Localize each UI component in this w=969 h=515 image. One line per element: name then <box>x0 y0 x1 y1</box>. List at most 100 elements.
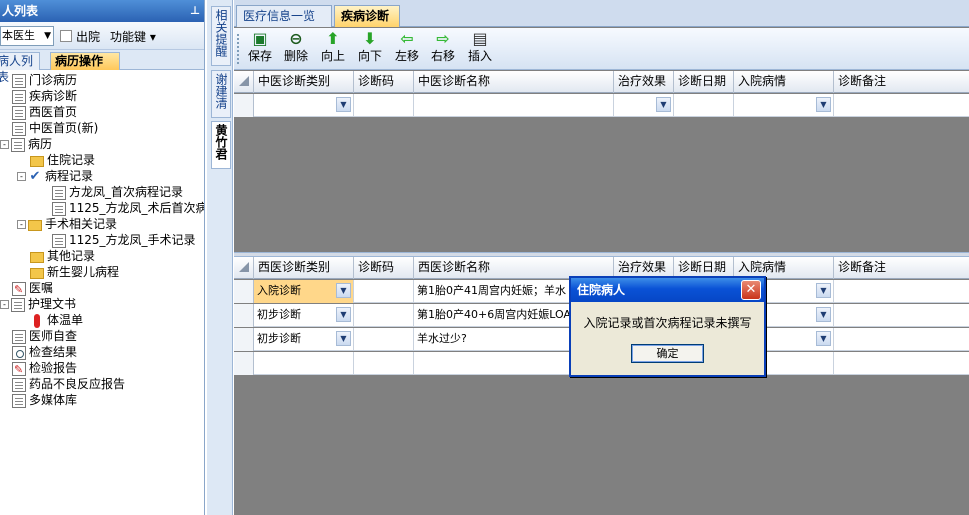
row-selector[interactable] <box>234 304 254 327</box>
save-icon: ▣ <box>252 29 268 48</box>
tree-item-orders[interactable]: 医嘱 <box>12 280 53 298</box>
select-all-corner[interactable] <box>234 257 254 279</box>
tab-medical-info-overview[interactable]: 医疗信息一览表 <box>236 5 332 43</box>
table-row[interactable]: ▼ ▼ ▼ <box>234 94 969 117</box>
pin-icon[interactable]: ⊥ <box>190 0 200 22</box>
move-up-button[interactable]: ⬆ 向上 <box>313 30 353 68</box>
chevron-down-icon[interactable]: ▼ <box>336 283 351 298</box>
col-header[interactable]: 诊断备注 <box>834 257 969 279</box>
tree-item-label: 新生婴儿病程 <box>47 265 120 279</box>
collapse-icon[interactable]: - <box>0 140 9 149</box>
note-cell[interactable] <box>834 280 969 303</box>
function-key-menu[interactable]: 功能键 ▾ <box>110 28 156 45</box>
tab-disease-diagnosis[interactable]: 疾病诊断 <box>334 5 400 27</box>
discharge-checkbox[interactable] <box>60 30 72 42</box>
tree-item-adverse-drug-report[interactable]: 药品不良反应报告 <box>12 376 125 392</box>
document-icon <box>11 137 25 152</box>
row-selector[interactable] <box>234 352 254 375</box>
code-cell[interactable] <box>354 280 414 303</box>
col-header[interactable]: 诊断日期 <box>674 71 734 93</box>
chevron-down-icon[interactable]: ▼ <box>816 331 831 346</box>
tree-item-nursing-docs[interactable]: - 护理文书 <box>0 296 76 312</box>
chevron-down-icon: ▾ <box>149 30 156 44</box>
tree-item-wm-front-page[interactable]: 西医首页 <box>12 104 77 120</box>
col-header[interactable]: 治疗效果 <box>614 71 674 93</box>
code-cell[interactable] <box>354 352 414 375</box>
collapse-icon[interactable]: - <box>17 172 26 181</box>
tree-item-first-progress-note[interactable]: 方龙凤_首次病程记录 <box>52 184 183 200</box>
category-cell[interactable]: 入院诊断 ▼ <box>254 280 354 303</box>
col-header[interactable]: 诊断码 <box>354 257 414 279</box>
note-cell[interactable] <box>834 328 969 351</box>
note-cell[interactable] <box>834 304 969 327</box>
col-header[interactable]: 诊断码 <box>354 71 414 93</box>
date-cell[interactable] <box>674 94 734 117</box>
tree-item-tcm-front-page[interactable]: 中医首页(新) <box>12 120 98 136</box>
tree-item-diagnosis[interactable]: 疾病诊断 <box>12 88 77 104</box>
save-button[interactable]: ▣ 保存 <box>240 30 280 68</box>
tree-item-other-records[interactable]: 其他记录 <box>30 248 95 264</box>
move-left-button[interactable]: ⇦ 左移 <box>387 30 427 68</box>
name-cell[interactable] <box>414 94 614 117</box>
code-cell[interactable] <box>354 94 414 117</box>
note-cell[interactable] <box>834 352 969 375</box>
tree-item-postop-progress-note[interactable]: 1125_方龙凤_术后首次病程 <box>52 200 204 216</box>
move-right-button[interactable]: ⇨ 右移 <box>423 30 463 68</box>
chevron-down-icon[interactable]: ▼ <box>336 97 351 112</box>
dialog-title-bar[interactable]: 住院病人 ✕ <box>571 278 764 302</box>
code-cell[interactable] <box>354 328 414 351</box>
row-selector[interactable] <box>234 280 254 303</box>
note-cell[interactable] <box>834 94 969 117</box>
delete-button[interactable]: ⊖ 删除 <box>276 30 316 68</box>
tree-item-surgery-records[interactable]: - 手术相关记录 <box>17 216 117 232</box>
ok-button[interactable]: 确定 <box>631 344 704 363</box>
category-cell[interactable] <box>254 352 354 375</box>
tree-item-surgery-record[interactable]: 1125_方龙凤_手术记录 <box>52 232 196 248</box>
doctor-select[interactable]: 本医生 ▼ <box>0 26 54 46</box>
col-header[interactable]: 诊断备注 <box>834 71 969 93</box>
tree-item-label: 病程记录 <box>45 169 94 183</box>
col-header[interactable]: 中医诊断名称 <box>414 71 614 93</box>
vtab-huang-zhujun[interactable]: 黄竹君 <box>211 121 231 169</box>
chevron-down-icon[interactable]: ▼ <box>656 97 671 112</box>
close-icon[interactable]: ✕ <box>741 280 761 300</box>
collapse-icon[interactable]: - <box>0 300 9 309</box>
chevron-down-icon[interactable]: ▼ <box>816 97 831 112</box>
admission-condition-cell[interactable]: ▼ <box>734 94 834 117</box>
tree-item-admission-record[interactable]: 住院记录 <box>30 152 95 168</box>
category-cell[interactable]: 初步诊断 ▼ <box>254 304 354 327</box>
tree-item-lab-report[interactable]: 检验报告 <box>12 360 77 378</box>
chevron-down-icon[interactable]: ▼ <box>336 307 351 322</box>
category-cell[interactable]: 初步诊断 ▼ <box>254 328 354 351</box>
tree-item-exam-results[interactable]: 检查结果 <box>12 344 77 360</box>
tree-item-temperature-chart[interactable]: 体温单 <box>30 312 83 328</box>
tree-item-self-check[interactable]: 医师自查 <box>12 328 77 344</box>
tree-item-multimedia[interactable]: 多媒体库 <box>12 392 77 408</box>
row-selector[interactable] <box>234 94 254 117</box>
effect-cell[interactable]: ▼ <box>614 94 674 117</box>
category-cell[interactable]: ▼ <box>254 94 354 117</box>
tab-record-operations[interactable]: 病历操作 <box>50 52 120 70</box>
move-down-button[interactable]: ⬇ 向下 <box>350 30 390 68</box>
code-cell[interactable] <box>354 304 414 327</box>
tree-item-newborn-progress[interactable]: 新生婴儿病程 <box>30 264 119 280</box>
tab-patient-list[interactable]: 病人列表 <box>0 52 40 84</box>
row-selector[interactable] <box>234 328 254 351</box>
document-icon <box>12 105 26 120</box>
chevron-down-icon[interactable]: ▼ <box>336 331 351 346</box>
col-header[interactable]: 西医诊断类别 <box>254 257 354 279</box>
document-icon <box>12 329 26 344</box>
arrow-left-icon: ⇦ <box>400 29 414 48</box>
vtab-xie-jianqing[interactable]: 谢建清 <box>211 70 231 118</box>
select-all-corner[interactable] <box>234 71 254 93</box>
collapse-icon[interactable]: - <box>17 220 26 229</box>
chevron-down-icon[interactable]: ▼ <box>816 283 831 298</box>
col-header[interactable]: 入院病情 <box>734 71 834 93</box>
insert-button[interactable]: ▤ 插入 <box>460 30 500 68</box>
vtab-reminders[interactable]: 相关提醒 <box>211 6 231 66</box>
tree-item-progress-notes[interactable]: - ✔ 病程记录 <box>17 168 93 184</box>
tree-item-outpatient[interactable]: 门诊病历 <box>12 72 77 88</box>
tree-item-medical-record[interactable]: - 病历 <box>0 136 52 152</box>
chevron-down-icon[interactable]: ▼ <box>816 307 831 322</box>
col-header[interactable]: 中医诊断类别 <box>254 71 354 93</box>
